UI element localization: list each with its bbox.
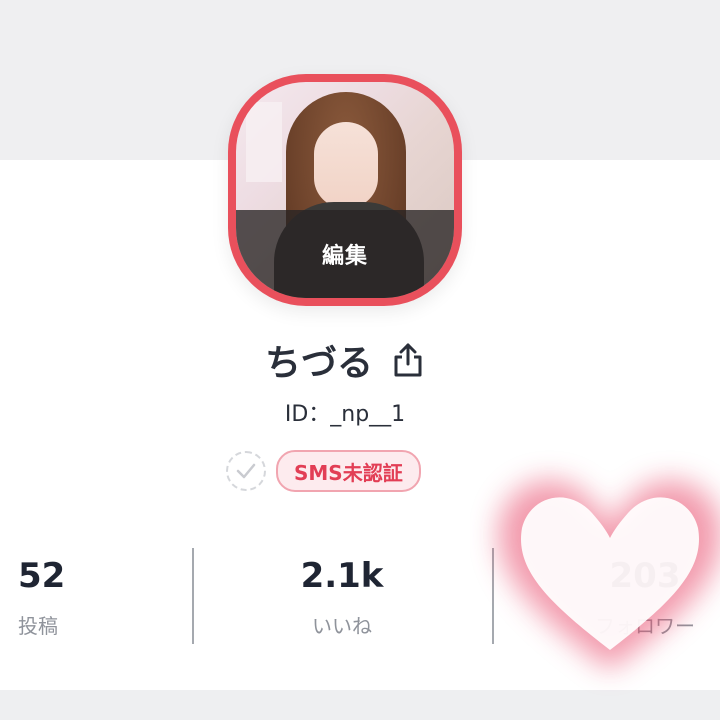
page-background bbox=[0, 690, 720, 720]
followers-label: フォロワー bbox=[595, 614, 695, 638]
followers-count: 203 bbox=[609, 556, 681, 596]
verification-row: SMS未認証 bbox=[226, 450, 421, 492]
stat-divider bbox=[492, 548, 494, 644]
posts-label: 投稿 bbox=[18, 614, 58, 638]
posts-count: 52 bbox=[18, 556, 66, 596]
avatar[interactable]: 編集 bbox=[228, 74, 462, 306]
stat-likes[interactable]: 2.1k いいね bbox=[282, 556, 402, 639]
user-id: ID：_np__1 bbox=[284, 402, 406, 427]
sms-status-badge[interactable]: SMS未認証 bbox=[276, 450, 421, 492]
edit-avatar-label: 編集 bbox=[321, 244, 368, 269]
photo-background bbox=[246, 102, 282, 182]
sms-status-label: SMS未認証 bbox=[294, 460, 403, 485]
avatar-photo: 編集 bbox=[236, 82, 454, 298]
likes-label: いいね bbox=[312, 614, 372, 638]
stat-followers[interactable]: 203 フォロワー bbox=[580, 556, 710, 639]
name-row: ちづる bbox=[0, 334, 690, 386]
edit-avatar-button[interactable]: 編集 bbox=[236, 210, 454, 298]
share-icon[interactable] bbox=[391, 342, 425, 378]
check-circle-icon bbox=[226, 451, 266, 491]
stat-posts[interactable]: 52 投稿 bbox=[18, 556, 65, 639]
stat-divider bbox=[192, 548, 194, 644]
likes-count: 2.1k bbox=[300, 556, 384, 596]
photo-face bbox=[314, 122, 378, 208]
profile-name: ちづる bbox=[264, 343, 373, 384]
